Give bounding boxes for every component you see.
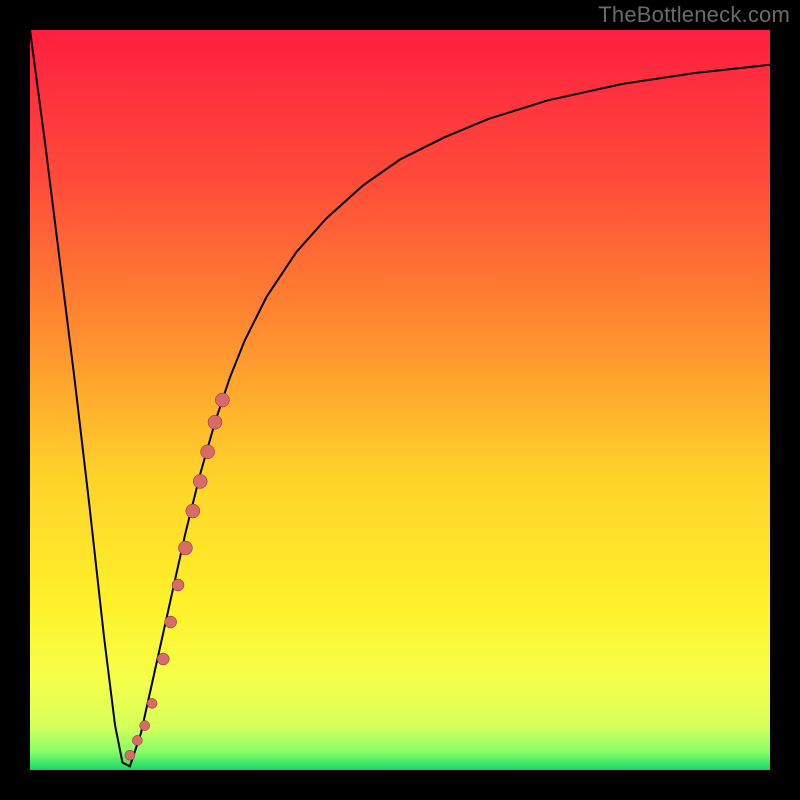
watermark-text: TheBottleneck.com <box>598 2 790 28</box>
data-dot <box>215 393 229 407</box>
data-dot <box>165 616 177 628</box>
data-dot <box>147 698 157 708</box>
data-dot <box>157 653 169 665</box>
data-dot <box>193 474 207 488</box>
bottleneck-plot <box>30 30 770 770</box>
data-dot <box>208 415 222 429</box>
data-dot <box>125 750 135 760</box>
gradient-background <box>30 30 770 770</box>
data-dot <box>132 735 142 745</box>
data-dot <box>172 579 184 591</box>
data-dot <box>140 721 150 731</box>
data-dot <box>186 504 200 518</box>
chart-frame: TheBottleneck.com <box>0 0 800 800</box>
data-dot <box>178 541 192 555</box>
data-dot <box>201 445 215 459</box>
